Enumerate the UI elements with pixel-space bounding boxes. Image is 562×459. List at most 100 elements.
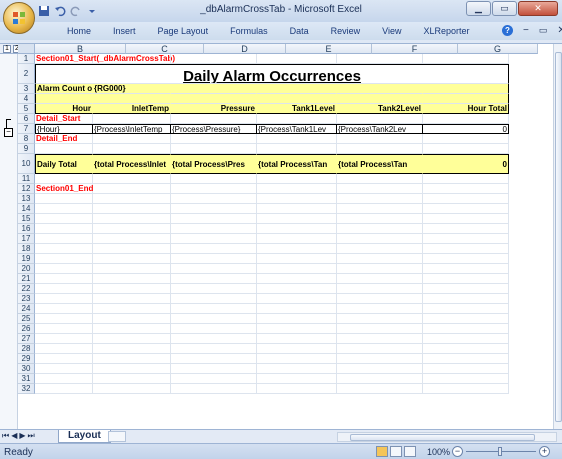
cell[interactable] [423, 214, 509, 224]
cell[interactable] [257, 304, 337, 314]
cell[interactable] [257, 254, 337, 264]
restore-button[interactable]: ▭ [492, 1, 517, 16]
cell[interactable] [35, 264, 93, 274]
cell[interactable]: {total Process\Pres [171, 154, 257, 174]
cell[interactable] [423, 314, 509, 324]
column-header-c[interactable]: C [126, 44, 204, 54]
cell[interactable] [423, 274, 509, 284]
cell[interactable] [171, 314, 257, 324]
ribbon-tab-formulas[interactable]: Formulas [219, 25, 279, 38]
cell[interactable] [93, 264, 171, 274]
cell[interactable] [257, 54, 337, 64]
cell[interactable] [171, 204, 257, 214]
cell[interactable]: Tank2Level [337, 104, 423, 114]
cell[interactable] [423, 264, 509, 274]
cell[interactable] [171, 374, 257, 384]
cell[interactable] [35, 364, 93, 374]
cell[interactable] [257, 354, 337, 364]
cell[interactable] [423, 304, 509, 314]
cell[interactable] [257, 194, 337, 204]
office-button[interactable] [3, 2, 35, 34]
report-title-cell[interactable]: Daily Alarm Occurrences [35, 64, 509, 84]
cell[interactable] [171, 244, 257, 254]
cell[interactable] [35, 174, 93, 184]
cell[interactable] [337, 244, 423, 254]
cell[interactable] [257, 144, 337, 154]
cell[interactable]: {total Process\Tan [337, 154, 423, 174]
cell[interactable]: 0 [423, 124, 509, 134]
cell[interactable] [337, 314, 423, 324]
cell[interactable] [93, 294, 171, 304]
cell[interactable] [93, 284, 171, 294]
cell[interactable]: InletTemp [93, 104, 171, 114]
row-header-25[interactable]: 25 [18, 314, 35, 324]
cell[interactable]: {Hour} [35, 124, 93, 134]
row-header-26[interactable]: 26 [18, 324, 35, 334]
cell[interactable] [93, 144, 171, 154]
cell[interactable] [257, 274, 337, 284]
cell[interactable] [423, 194, 509, 204]
cell[interactable] [257, 214, 337, 224]
zoom-in-button[interactable]: + [539, 446, 550, 457]
cell[interactable] [171, 134, 257, 144]
cell[interactable] [423, 224, 509, 234]
cell[interactable] [423, 114, 509, 124]
cell[interactable] [423, 374, 509, 384]
vertical-scrollbar[interactable] [553, 44, 562, 430]
cell[interactable] [337, 324, 423, 334]
cell[interactable] [337, 194, 423, 204]
ribbon-restore-icon[interactable]: ▭ [539, 25, 548, 36]
row-header-27[interactable]: 27 [18, 334, 35, 344]
cell[interactable]: Alarm Count on [35, 84, 93, 94]
cell[interactable] [171, 234, 257, 244]
ribbon-tab-data[interactable]: Data [279, 25, 320, 38]
row-header-16[interactable]: 16 [18, 224, 35, 234]
page-break-view-button[interactable] [404, 446, 416, 457]
cell[interactable] [171, 334, 257, 344]
cell[interactable] [423, 94, 509, 104]
zoom-out-button[interactable]: − [452, 446, 463, 457]
cell[interactable] [423, 324, 509, 334]
row-header-14[interactable]: 14 [18, 204, 35, 214]
cell[interactable] [35, 334, 93, 344]
cell[interactable] [257, 264, 337, 274]
row-header-17[interactable]: 17 [18, 234, 35, 244]
ribbon-tab-view[interactable]: View [371, 25, 412, 38]
cell[interactable] [257, 84, 337, 94]
cell[interactable] [93, 114, 171, 124]
collapse-group-button[interactable]: − [4, 128, 13, 137]
cell[interactable] [93, 364, 171, 374]
cell[interactable] [93, 54, 171, 64]
column-header-e[interactable]: E [286, 44, 372, 54]
row-header-29[interactable]: 29 [18, 354, 35, 364]
last-sheet-icon[interactable]: ⏭ [28, 431, 35, 441]
cell[interactable]: Detail_Start [35, 114, 93, 124]
cell[interactable] [35, 224, 93, 234]
ribbon-tab-review[interactable]: Review [320, 25, 372, 38]
cell[interactable]: Pressure [171, 104, 257, 114]
cell[interactable] [337, 54, 423, 64]
cell[interactable] [337, 374, 423, 384]
cell[interactable] [93, 244, 171, 254]
cell[interactable] [35, 274, 93, 284]
select-all-corner[interactable] [18, 44, 35, 54]
column-header-b[interactable]: B [35, 44, 126, 54]
cell[interactable] [93, 204, 171, 214]
cell[interactable] [423, 84, 509, 94]
cell[interactable] [171, 294, 257, 304]
cell[interactable] [337, 304, 423, 314]
zoom-slider-thumb[interactable] [498, 447, 502, 456]
cell[interactable] [257, 334, 337, 344]
row-header-15[interactable]: 15 [18, 214, 35, 224]
cell[interactable] [423, 144, 509, 154]
first-sheet-icon[interactable]: ⏮ [2, 431, 9, 441]
cell[interactable] [171, 54, 257, 64]
row-header-10[interactable]: 10 [18, 154, 35, 174]
cell[interactable] [93, 184, 171, 194]
ribbon-tab-home[interactable]: Home [56, 25, 102, 38]
row-header-8[interactable]: 8 [18, 134, 35, 144]
row-header-19[interactable]: 19 [18, 254, 35, 264]
cell[interactable] [35, 94, 93, 104]
cell[interactable] [423, 244, 509, 254]
column-header-f[interactable]: F [372, 44, 458, 54]
